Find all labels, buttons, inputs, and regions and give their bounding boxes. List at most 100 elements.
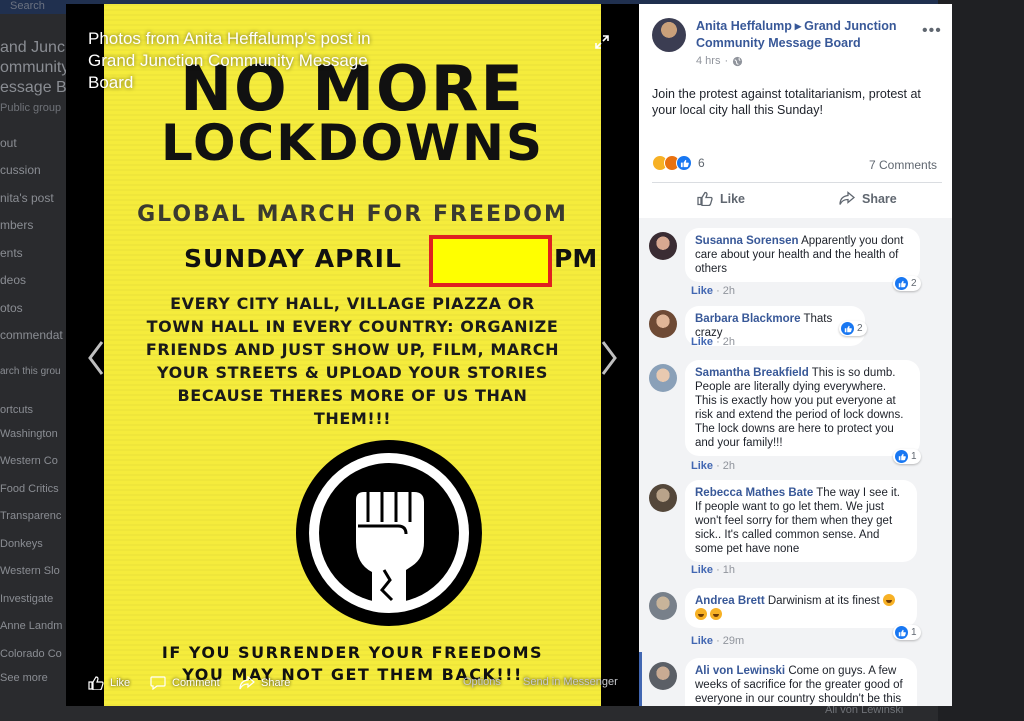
comment-like-button[interactable]: Like (691, 564, 713, 576)
poster-footer-line-1: IF YOU SURRENDER YOUR FREEDOMS (161, 643, 544, 662)
poster-image: NO MORE LOCKDOWNS GLOBAL MARCH FOR FREED… (104, 4, 601, 706)
avatar[interactable] (649, 484, 677, 512)
theater-caption: Photos from Anita Heffalump's post in Gr… (88, 29, 371, 92)
post-panel: Anita Heffalump ▸ Grand Junction Community… (639, 4, 952, 706)
comment-like-button[interactable]: Like (691, 336, 713, 348)
photo-theater: NO MORE LOCKDOWNS GLOBAL MARCH FOR FREED… (66, 4, 639, 706)
comment-item: Rebecca Mathes Bate The way I see it. If… (649, 480, 949, 580)
post-meta: 4 hrs · (696, 55, 743, 67)
theater-action-bar: Like Comment Share Options Send in Messe… (66, 666, 639, 706)
reaction-count: 1 (911, 451, 917, 462)
comment-actions: Like · 2h (691, 336, 736, 348)
more-options-icon[interactable]: ••• (922, 22, 942, 40)
comment-focus-indicator (639, 652, 642, 706)
comment-author[interactable]: Barbara Blackmore (695, 313, 800, 325)
comment-text: Darwinism at its finest (767, 595, 880, 607)
avatar[interactable] (649, 310, 677, 338)
post-like-label: Like (720, 191, 746, 206)
like-reaction-icon (841, 322, 854, 335)
comment-time[interactable]: 2h (723, 460, 735, 472)
comment-text: This is so dumb. People are literally dy… (695, 367, 904, 449)
post-like-button[interactable]: Like (697, 191, 745, 206)
theater-comment-label: Comment (172, 677, 220, 689)
expand-icon[interactable] (594, 34, 610, 50)
comment-bubble: Samantha Breakfield This is so dumb. Peo… (685, 360, 920, 456)
theater-like-button[interactable]: Like (88, 676, 130, 690)
redaction-box (429, 235, 552, 287)
comment-item: Samantha Breakfield This is so dumb. Peo… (649, 360, 949, 472)
share-icon (839, 191, 855, 205)
previous-photo-arrow-icon[interactable] (86, 340, 106, 376)
comment-reaction-badge[interactable]: 1 (893, 449, 921, 464)
raised-fist-icon (296, 440, 482, 626)
reaction-count: 2 (911, 278, 917, 289)
comments-list: Susanna Sorensen Apparently you dont car… (639, 218, 952, 706)
poster-date-suffix: PM (554, 244, 598, 273)
comment-author[interactable]: Rebecca Mathes Bate (695, 487, 813, 499)
theater-like-label: Like (110, 677, 131, 689)
laughing-emoji-icon (695, 608, 707, 620)
search-input[interactable]: Search (10, 0, 70, 12)
arrow-right-icon: ▸ (794, 19, 802, 33)
post-share-label: Share (862, 191, 897, 206)
divider (652, 182, 942, 183)
group-title[interactable]: and Junc ommunity essage B (0, 38, 69, 98)
comment-bubble: Ali von Lewinski Come on guys. A few wee… (685, 658, 917, 706)
comment-time[interactable]: 1h (723, 564, 735, 576)
post-text: Join the protest against totalitarianism… (652, 87, 921, 117)
like-reaction-icon (895, 626, 908, 639)
post-header: Anita Heffalump ▸ Grand Junction Community… (652, 16, 942, 76)
laughing-emoji-icon (882, 594, 895, 606)
comment-like-button[interactable]: Like (691, 285, 713, 297)
post-author-link[interactable]: Anita Heffalump (696, 19, 792, 33)
theater-share-button[interactable]: Share (239, 676, 290, 690)
comment-actions: Like · 29m (691, 635, 745, 647)
comment-reaction-badge[interactable]: 1 (893, 625, 921, 640)
poster-subheading: GLOBAL MARCH FOR FREEDOM (137, 202, 568, 227)
poster-headline-2: LOCKDOWNS (160, 114, 545, 172)
comment-like-button[interactable]: Like (691, 460, 713, 472)
poster-date-prefix: SUNDAY APRIL (184, 244, 402, 273)
reaction-count: 1 (911, 627, 917, 638)
comment-bubble: Andrea Brett Darwinism at its finest (685, 588, 917, 628)
comment-author[interactable]: Andrea Brett (695, 595, 765, 607)
comment-reaction-badge[interactable]: 2 (893, 276, 921, 291)
avatar[interactable] (649, 662, 677, 690)
share-icon (239, 676, 255, 690)
avatar[interactable] (649, 364, 677, 392)
next-photo-arrow-icon[interactable] (599, 340, 619, 376)
send-in-messenger-button[interactable]: Send in Messenger (523, 676, 618, 688)
comment-item: Andrea Brett Darwinism at its finest 1 L… (649, 588, 949, 648)
like-reaction-icon (895, 450, 908, 463)
group-privacy-label: Public group (0, 102, 62, 114)
comment-time[interactable]: 2h (723, 285, 735, 297)
reaction-summary[interactable]: 6 (652, 155, 705, 171)
theater-comment-button[interactable]: Comment (150, 676, 220, 690)
post-timestamp[interactable]: 4 hrs (696, 55, 720, 67)
comment-time[interactable]: 29m (723, 635, 744, 647)
theater-options-button[interactable]: Options (463, 676, 501, 688)
comment-icon (150, 676, 166, 690)
comment-actions: Like · 1h (691, 564, 736, 576)
comment-actions: Like · 2h (691, 460, 736, 472)
like-reaction-icon (676, 155, 692, 171)
group-sidebar: and Junc ommunity essage B Public group … (0, 30, 69, 721)
poster-body: EVERY CITY HALL, VILLAGE PIAZZA OR TOWN … (145, 294, 560, 428)
avatar[interactable] (649, 592, 677, 620)
reaction-count: 6 (698, 156, 705, 170)
post-author-line: Anita Heffalump ▸ Grand Junction Community… (696, 18, 906, 52)
like-reaction-icon (895, 277, 908, 290)
comment-like-button[interactable]: Like (691, 635, 713, 647)
comment-time[interactable]: 2h (723, 336, 735, 348)
avatar[interactable] (652, 18, 686, 52)
laughing-emoji-icon (710, 608, 723, 620)
post-share-button[interactable]: Share (839, 191, 897, 206)
comment-bubble: Rebecca Mathes Bate The way I see it. If… (685, 480, 917, 562)
comment-author[interactable]: Ali von Lewinski (695, 665, 785, 677)
comments-count-link[interactable]: 7 Comments (869, 158, 937, 172)
comment-author[interactable]: Susanna Sorensen (695, 235, 799, 247)
comment-item: Susanna Sorensen Apparently you dont car… (649, 228, 949, 300)
comment-author[interactable]: Samantha Breakfield (695, 367, 809, 379)
comment-reaction-badge[interactable]: 2 (839, 321, 867, 336)
avatar[interactable] (649, 232, 677, 260)
